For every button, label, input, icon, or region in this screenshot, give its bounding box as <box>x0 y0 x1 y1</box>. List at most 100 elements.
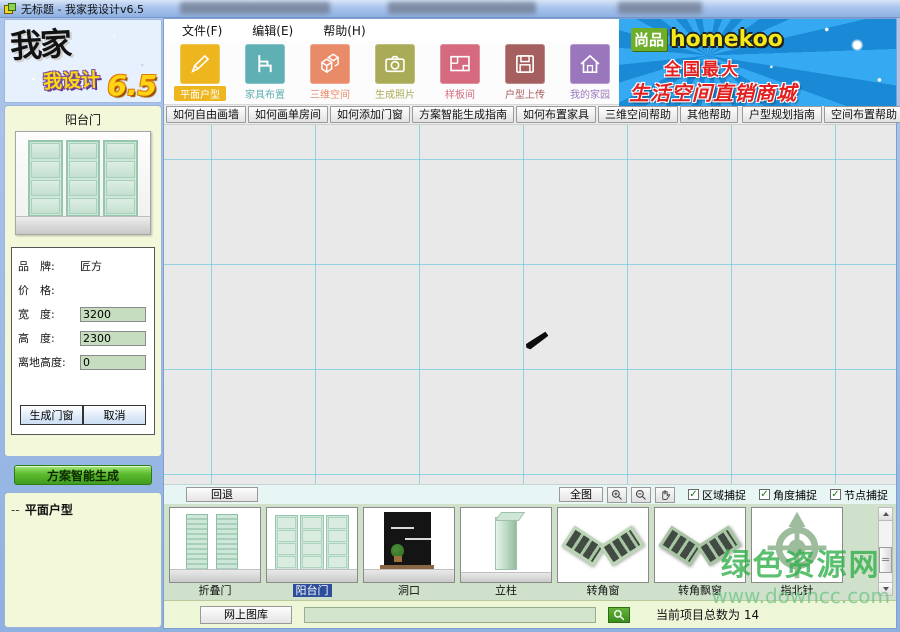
tree-node-floorplan[interactable]: 平面户型 <box>25 503 73 517</box>
width-label: 宽 度: <box>18 306 80 322</box>
tab-smart-guide[interactable]: 方案智能生成指南 <box>412 106 514 123</box>
tab-add-door-window[interactable]: 如何添加门窗 <box>330 106 410 123</box>
floorplan-tree-panel: -- 平面户型 <box>4 492 162 628</box>
door-properties-panel: 阳台门 品 牌: 匠方 价 格: <box>4 105 162 457</box>
undo-button[interactable]: 回退 <box>186 487 258 502</box>
width-row: 宽 度: <box>18 306 148 322</box>
fit-view-button[interactable]: 全图 <box>559 487 603 502</box>
tool-floorplan[interactable]: 平面户型 <box>174 44 226 104</box>
snap-node-label: 节点捕捉 <box>844 487 888 503</box>
project-count-text: 当前项目总数为 14 <box>656 606 759 623</box>
zoom-in-icon <box>611 489 623 501</box>
properties-form: 品 牌: 匠方 价 格: 宽 度: 高 度: <box>11 247 155 435</box>
brand-label: 品 牌: <box>18 258 80 274</box>
checkbox-checked-icon: ✓ <box>688 489 699 500</box>
compass-preview <box>751 507 843 583</box>
tool-sample-room[interactable]: 样板间 <box>434 44 486 104</box>
search-button[interactable] <box>608 607 630 623</box>
menu-file[interactable]: 文件(F) <box>182 22 222 39</box>
tab-furniture-help[interactable]: 如何布置家具 <box>516 106 596 123</box>
thumbnail-wall-opening[interactable]: 洞口 <box>363 507 455 598</box>
menu-edit[interactable]: 编辑(E) <box>252 22 293 39</box>
balcony-door-preview <box>266 507 358 583</box>
width-input[interactable] <box>80 307 146 322</box>
menu-help[interactable]: 帮助(H) <box>323 22 365 39</box>
thumbnail-corner-bay-window[interactable]: 转角飘窗 <box>654 507 746 598</box>
panel-title: 阳台门 <box>9 109 157 131</box>
tool-my-home[interactable]: 我的家园 <box>564 44 616 104</box>
price-row: 价 格: <box>18 282 148 298</box>
compass-icon <box>752 508 842 582</box>
corner-bay-window-preview <box>654 507 746 583</box>
redacted-blur <box>180 2 330 14</box>
scroll-down-button[interactable] <box>879 582 892 595</box>
zoom-out-icon <box>635 489 647 501</box>
cancel-button[interactable]: 取消 <box>83 405 146 425</box>
zoom-in-button[interactable] <box>607 487 627 503</box>
snap-node-toggle[interactable]: ✓ 节点捕捉 <box>830 487 888 503</box>
scrollbar-track[interactable] <box>879 521 892 582</box>
thumbnail-corner-window[interactable]: 转角窗 <box>557 507 649 598</box>
scroll-up-button[interactable] <box>879 508 892 521</box>
room-icon <box>440 44 480 84</box>
floor-height-input[interactable] <box>80 355 146 370</box>
generate-door-button[interactable]: 生成门窗 <box>20 405 83 425</box>
title-bar: 无标题 - 我家我设计v6.5 <box>0 0 900 18</box>
logo-version: 6.5 <box>107 69 157 102</box>
thumbnail-balcony-door[interactable]: 阳台门 <box>266 507 358 598</box>
promo-banner[interactable]: 尚品 homekoo 全国最大 生活空间直销商城 <box>619 19 896 106</box>
app-window: 无标题 - 我家我设计v6.5 我家 我设计 6.5 阳台门 <box>0 0 900 632</box>
zoom-out-button[interactable] <box>631 487 651 503</box>
app-icon <box>4 3 17 15</box>
height-row: 高 度: <box>18 330 148 346</box>
redacted-blur <box>618 2 702 14</box>
folding-door-preview <box>169 507 261 583</box>
online-gallery-button[interactable]: 网上图库 <box>200 606 292 624</box>
snap-region-toggle[interactable]: ✓ 区域捕捉 <box>688 487 746 503</box>
main-area: 文件(F) 编辑(E) 帮助(H) 平面户型 家具布置 <box>163 18 897 629</box>
drawing-canvas[interactable] <box>164 125 896 484</box>
tool-3d-space[interactable]: 三维空间 <box>304 44 356 104</box>
brand-value: 匠方 <box>80 258 102 274</box>
brand-row: 品 牌: 匠方 <box>18 258 148 274</box>
smart-generate-button[interactable]: 方案智能生成 <box>14 465 152 485</box>
height-input[interactable] <box>80 331 146 346</box>
logo-text-sub: 我设计 <box>43 65 101 94</box>
canvas-toolbar: 回退 全图 ✓ 区域捕捉 ✓ 角度捕捉 <box>164 484 896 504</box>
height-label: 高 度: <box>18 330 80 346</box>
hand-icon <box>659 489 671 501</box>
window-title: 无标题 - 我家我设计v6.5 <box>21 1 144 17</box>
tab-other-help[interactable]: 其他帮助 <box>680 106 738 123</box>
tab-draw-wall[interactable]: 如何自由画墙 <box>166 106 246 123</box>
floor-height-label: 离地高度: <box>18 354 80 370</box>
thumbnail-scrollbar[interactable] <box>878 507 893 596</box>
scrollbar-thumb[interactable] <box>879 547 892 573</box>
logo-text-main: 我家 <box>9 19 71 68</box>
tab-3d-help[interactable]: 三维空间帮助 <box>598 106 678 123</box>
chair-icon <box>245 44 285 84</box>
snap-angle-label: 角度捕捉 <box>773 487 817 503</box>
tool-furniture[interactable]: 家具布置 <box>239 44 291 104</box>
banner-brand-en: homekoo <box>670 27 783 52</box>
pan-button[interactable] <box>655 487 675 503</box>
tab-plan-guide[interactable]: 户型规划指南 <box>742 106 822 123</box>
tool-upload[interactable]: 户型上传 <box>499 44 551 104</box>
sidebar: 我家 我设计 6.5 阳台门 品 牌: <box>3 18 163 629</box>
bottom-bar: 网上图库 当前项目总数为 14 <box>164 600 896 628</box>
tab-single-room[interactable]: 如何画单房间 <box>248 106 328 123</box>
tree-node-marker: -- <box>11 503 20 517</box>
thumbnail-folding-door[interactable]: 折叠门 <box>169 507 261 598</box>
component-thumbnail-strip: 折叠门 阳台门 <box>164 504 896 600</box>
camera-icon <box>375 44 415 84</box>
tab-space-help[interactable]: 空间布置帮助 <box>824 106 900 123</box>
search-icon <box>613 609 625 621</box>
snap-angle-toggle[interactable]: ✓ 角度捕捉 <box>759 487 817 503</box>
corner-window-preview <box>557 507 649 583</box>
thumbnail-column[interactable]: 立柱 <box>460 507 552 598</box>
wall-opening-preview <box>363 507 455 583</box>
pencil-icon <box>180 44 220 84</box>
tool-photo[interactable]: 生成照片 <box>369 44 421 104</box>
gallery-search-input[interactable] <box>304 607 596 623</box>
thumbnail-compass[interactable]: 指北针 <box>751 507 843 598</box>
price-label: 价 格: <box>18 282 80 298</box>
